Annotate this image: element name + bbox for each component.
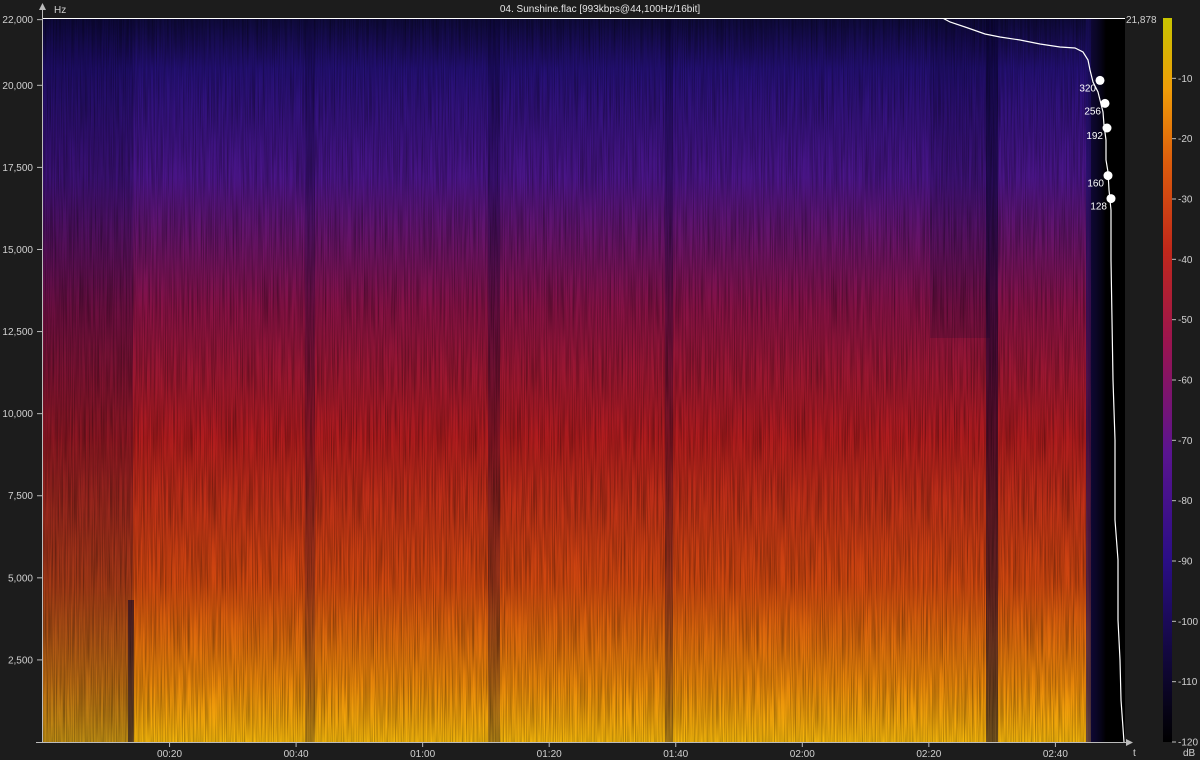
x-tick-label: 02:00 xyxy=(790,749,815,760)
chart-title: 04. Sunshine.flac [993kbps@44,100Hz/16bi… xyxy=(500,4,701,15)
x-tick-label: 01:40 xyxy=(663,749,688,760)
y-tick-label: 12,500 xyxy=(2,327,33,338)
colorbar-tick-label: -120 xyxy=(1178,738,1198,749)
colorbar-tick-label: -100 xyxy=(1178,617,1198,628)
colorbar-tick-label: -110 xyxy=(1178,677,1198,688)
y-tick-label: 5,000 xyxy=(8,573,33,584)
bitrate-marker-dot xyxy=(1100,98,1110,108)
cutoff-label: 21,878 xyxy=(1126,15,1157,26)
bitrate-marker-dot xyxy=(1095,75,1105,85)
bitrate-marker-dot xyxy=(1106,194,1116,204)
bitrate-marker-label: 160 xyxy=(1087,179,1104,190)
colorbar-tick-label: -30 xyxy=(1178,195,1193,206)
spectrogram-chart: 22,000 20,000 17,500 15,000 12,500 10,000 7,50… xyxy=(2,3,1198,760)
colorbar-tick-label: -90 xyxy=(1178,557,1193,568)
colorbar-tick-label: -50 xyxy=(1178,315,1193,326)
x-tick-label: 02:20 xyxy=(916,749,941,760)
colorbar-tick-label: -20 xyxy=(1178,134,1193,145)
y-tick-label: 22,000 xyxy=(2,15,33,26)
y-axis-arrow xyxy=(39,3,46,10)
x-tick-label: 01:20 xyxy=(537,749,562,760)
x-tick-label: 00:40 xyxy=(284,749,309,760)
y-tick-label: 20,000 xyxy=(2,81,33,92)
colorbar-unit-label: dB xyxy=(1183,748,1196,759)
x-tick-label: 02:40 xyxy=(1043,749,1068,760)
y-tick-label: 10,000 xyxy=(2,409,33,420)
y-tick-label: 17,500 xyxy=(2,163,33,174)
bitrate-marker-label: 192 xyxy=(1086,131,1103,142)
x-tick-label: 01:00 xyxy=(410,749,435,760)
colorbar-ticks: -10 -20 -30 -40 -50 -60 -70 -80 -90 -100 -110 -120 xyxy=(1172,74,1198,749)
bitrate-marker-label: 128 xyxy=(1090,202,1107,213)
bitrate-marker-dot xyxy=(1102,123,1112,133)
colorbar-tick-label: -40 xyxy=(1178,255,1193,266)
colorbar-tick-label: -60 xyxy=(1178,376,1193,387)
x-tick-label: 00:20 xyxy=(157,749,182,760)
y-tick-label: 15,000 xyxy=(2,245,33,256)
y-tick-label: 7,500 xyxy=(8,491,33,502)
bitrate-marker-dot xyxy=(1103,171,1113,181)
colorbar-tick-label: -70 xyxy=(1178,436,1193,447)
bitrate-marker-label: 256 xyxy=(1084,106,1101,117)
y-tick-labels: 22,000 20,000 17,500 15,000 12,500 10,000 7,50… xyxy=(2,15,33,666)
y-tick-label: 2,500 xyxy=(8,655,33,666)
colorbar-tick-label: -10 xyxy=(1178,74,1193,85)
bitrate-marker-label: 320 xyxy=(1079,83,1096,94)
x-tick-labels: 00:20 00:40 01:00 01:20 01:40 02:00 02:20 02:40 xyxy=(157,749,1068,760)
x-axis-arrow xyxy=(1126,739,1133,746)
colorbar-tick-label: -80 xyxy=(1178,496,1193,507)
x-unit-label: t xyxy=(1133,748,1136,759)
colorbar xyxy=(1163,18,1172,742)
y-unit-label: Hz xyxy=(54,5,66,16)
spectrogram-texture xyxy=(43,18,1091,742)
